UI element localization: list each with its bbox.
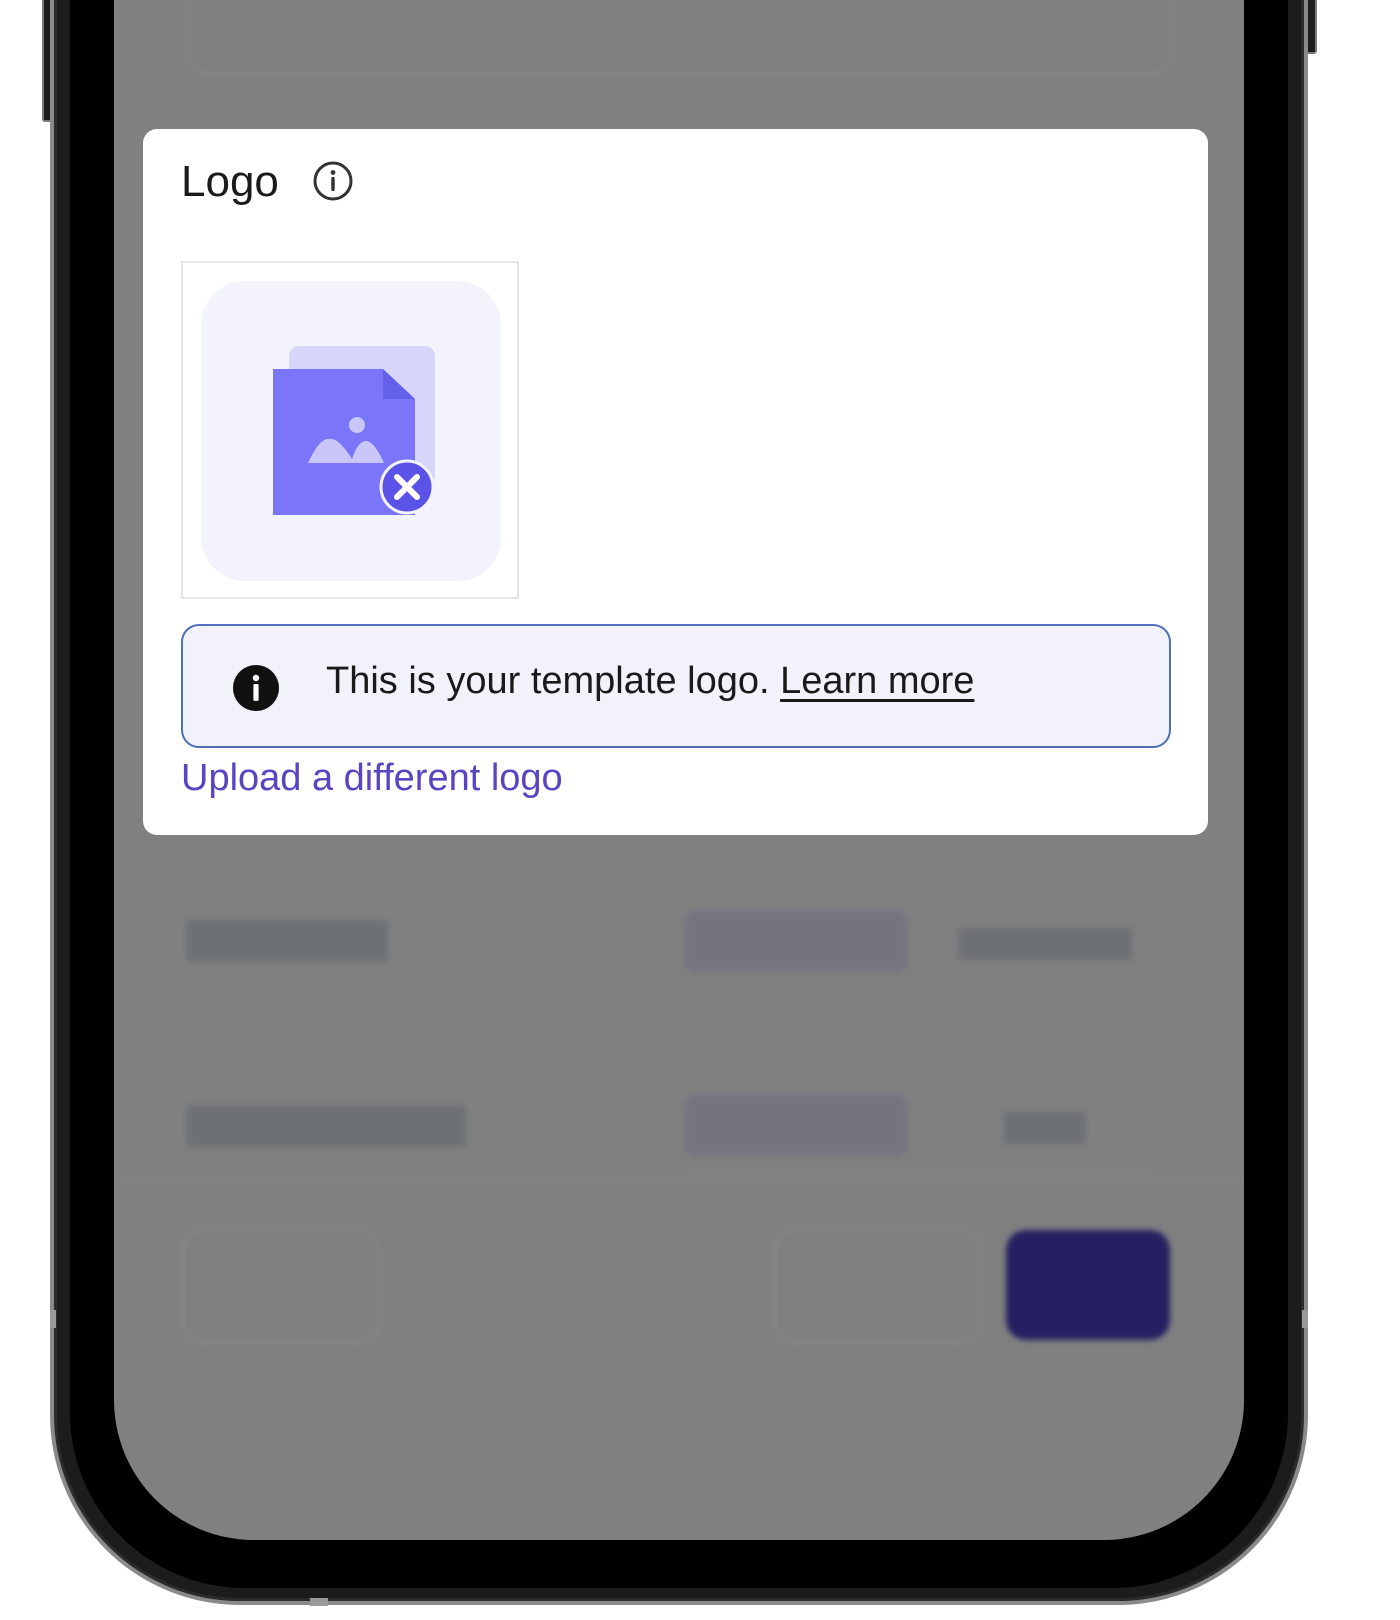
antenna-band-right [1302, 1310, 1308, 1328]
logo-card-title: Logo [181, 157, 279, 206]
background-segment-selected [684, 910, 908, 972]
learn-more-link[interactable]: Learn more [780, 660, 974, 702]
logo-preview-tile [201, 281, 501, 581]
background-primary-button [1006, 1230, 1170, 1340]
background-row-label [186, 1105, 466, 1147]
notice-text: This is your template logo. [326, 660, 770, 702]
background-segmented-control [670, 1082, 1174, 1172]
background-segmented-control [670, 898, 1174, 988]
logo-card: Logo This is your template logo. Learn m… [143, 129, 1208, 835]
info-filled-icon [232, 664, 280, 712]
background-secondary-button [774, 1228, 982, 1344]
antenna-band-bottom [310, 1598, 328, 1606]
info-outline-icon[interactable] [311, 159, 355, 203]
image-missing-icon [273, 346, 435, 515]
notice-message: This is your template logo. Learn more [326, 660, 974, 703]
background-segment-label [1004, 1112, 1086, 1144]
background-segment-selected [684, 1094, 908, 1156]
background-divider [114, 1178, 1244, 1180]
upload-different-logo-link[interactable]: Upload a different logo [181, 757, 563, 800]
logo-preview-frame[interactable] [181, 261, 519, 599]
antenna-band-left [50, 1310, 56, 1328]
background-secondary-button [182, 1228, 380, 1344]
template-logo-notice: This is your template logo. Learn more [181, 624, 1171, 748]
background-row-label [186, 920, 388, 962]
background-segment-label [958, 928, 1132, 960]
background-text-field [186, 0, 1174, 74]
